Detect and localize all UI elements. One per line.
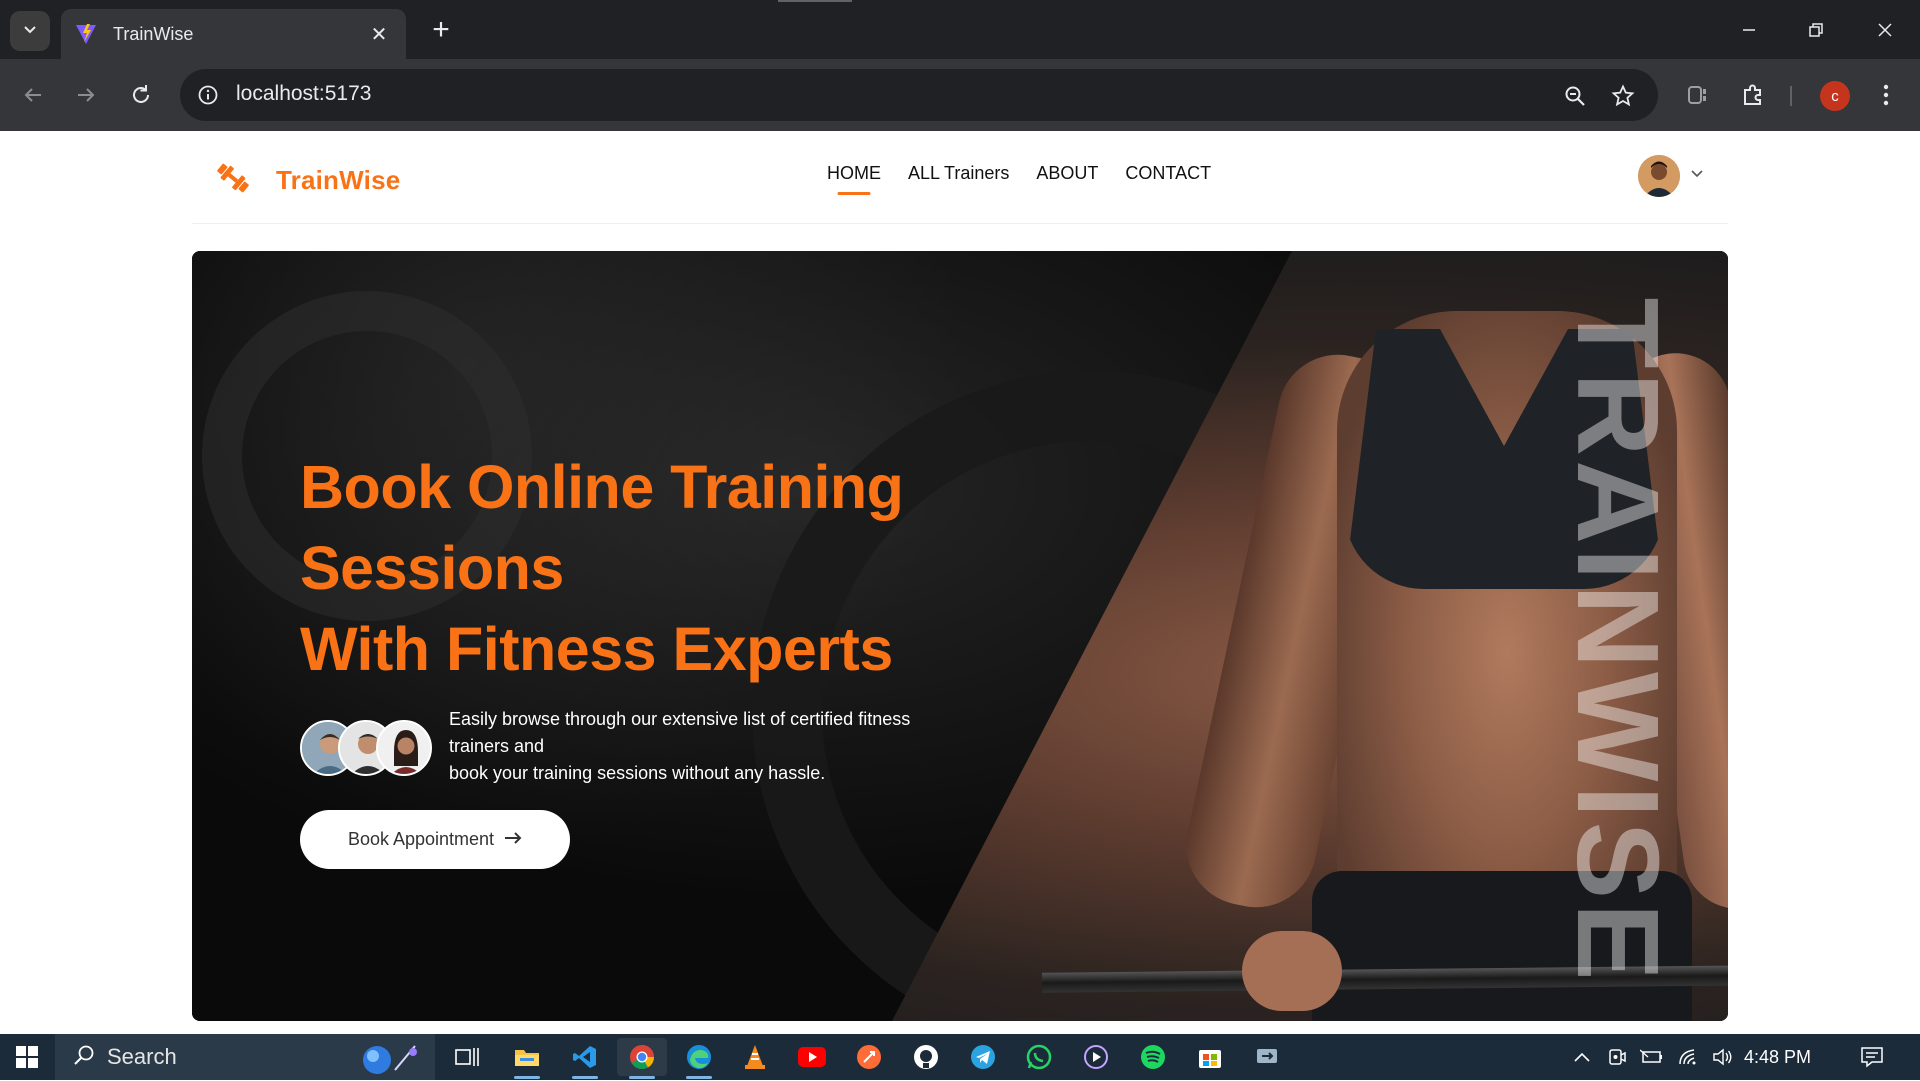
hero-description-line: book your training sessions without any … <box>449 763 826 783</box>
extension-icon[interactable] <box>1680 77 1716 113</box>
edge-icon[interactable] <box>674 1038 724 1079</box>
chrome-icon[interactable] <box>617 1038 667 1079</box>
tab-close-icon[interactable]: ✕ <box>366 22 392 47</box>
start-button[interactable] <box>0 1034 54 1080</box>
minimize-button[interactable] <box>1724 12 1774 48</box>
hero-title-line: With Fitness Experts <box>300 615 893 683</box>
arrow-right-icon <box>504 829 522 850</box>
task-view-icon[interactable] <box>442 1038 492 1076</box>
nav-about[interactable]: ABOUT <box>1036 163 1098 192</box>
vlc-icon[interactable] <box>730 1038 780 1076</box>
hero-description-line: trainers and <box>449 736 545 756</box>
file-explorer-icon[interactable] <box>502 1038 552 1079</box>
tab-strip-indicator <box>778 0 852 2</box>
address-bar[interactable]: localhost:5173 <box>180 69 1658 121</box>
search-icon <box>73 1044 95 1071</box>
spotify-icon[interactable] <box>1128 1038 1178 1076</box>
trainer-avatar-group <box>300 720 436 778</box>
media-player-icon[interactable] <box>1071 1038 1121 1076</box>
brand-name: TrainWise <box>276 165 401 195</box>
nav-all-trainers[interactable]: ALL Trainers <box>908 163 1009 192</box>
zoom-icon[interactable] <box>1560 81 1590 111</box>
wifi-icon[interactable] <box>1674 1034 1704 1080</box>
book-appointment-label: Book Appointment <box>347 829 495 849</box>
reload-button[interactable] <box>123 77 159 113</box>
notifications-icon[interactable] <box>1855 1034 1889 1080</box>
tab-search-button[interactable] <box>10 11 50 51</box>
vscode-icon[interactable] <box>560 1038 610 1079</box>
microsoft-store-icon[interactable] <box>1185 1038 1235 1076</box>
tab-title: TrainWise <box>113 23 194 44</box>
extensions-puzzle-icon[interactable] <box>1735 77 1771 113</box>
user-avatar[interactable] <box>1638 155 1680 197</box>
remote-desktop-icon[interactable] <box>1242 1038 1292 1076</box>
dumbbell-logo-icon <box>214 159 252 202</box>
volume-icon[interactable] <box>1708 1034 1738 1080</box>
vite-favicon-icon <box>73 21 99 47</box>
taskbar-clock[interactable]: 4:48 PM <box>1744 1034 1811 1080</box>
browser-tab-strip: TrainWise ✕ + <box>0 0 1920 59</box>
windows-taskbar: Search 4:48 PM <box>0 1034 1920 1080</box>
profile-avatar[interactable]: c <box>1820 81 1850 111</box>
site-info-icon[interactable] <box>194 81 222 109</box>
hero-description-line: Easily browse through our extensive list… <box>449 709 911 729</box>
close-window-button[interactable] <box>1860 12 1910 48</box>
forward-button[interactable] <box>68 77 104 113</box>
back-button[interactable] <box>15 77 51 113</box>
nav-home[interactable]: HOME <box>827 163 881 192</box>
show-hidden-icons-icon[interactable] <box>1567 1034 1597 1080</box>
battery-icon[interactable] <box>1637 1034 1667 1080</box>
search-highlight-icon <box>355 1040 427 1081</box>
new-tab-button[interactable]: + <box>423 12 459 48</box>
site-logo[interactable]: TrainWise <box>214 159 400 202</box>
url-text[interactable]: localhost:5173 <box>236 82 371 106</box>
restore-button[interactable] <box>1791 12 1841 48</box>
github-icon[interactable] <box>901 1038 951 1076</box>
taskbar-search-placeholder: Search <box>107 1044 177 1069</box>
postman-icon[interactable] <box>844 1038 894 1076</box>
chevron-down-icon[interactable] <box>1689 165 1705 186</box>
trainer-avatar <box>376 720 432 776</box>
youtube-icon[interactable] <box>787 1038 837 1076</box>
trainwise-watermark: TRAINWISE <box>1553 297 1683 985</box>
meet-icon[interactable] <box>1602 1034 1632 1080</box>
hero-title: Book Online Training Sessions With Fitne… <box>300 447 904 690</box>
hero-banner: TRAINWISE Book Online Training Sessions … <box>192 251 1728 1021</box>
browser-toolbar: localhost:5173 c <box>0 59 1920 131</box>
hero-description: Easily browse through our extensive list… <box>449 706 959 787</box>
hero-title-line: Book Online Training <box>300 453 904 521</box>
browser-tab[interactable]: TrainWise ✕ <box>61 9 406 59</box>
toolbar-divider <box>1790 86 1792 106</box>
athlete-hand <box>1242 931 1342 1011</box>
bookmark-star-icon[interactable] <box>1608 81 1638 111</box>
site-header: TrainWise HOME ALL Trainers ABOUT CONTAC… <box>192 131 1728 224</box>
more-menu-icon[interactable] <box>1868 77 1904 113</box>
taskbar-search-box[interactable]: Search <box>55 1034 435 1080</box>
chevron-down-icon <box>22 21 38 42</box>
whatsapp-icon[interactable] <box>1014 1038 1064 1076</box>
book-appointment-button[interactable]: Book Appointment <box>300 810 570 869</box>
telegram-icon[interactable] <box>958 1038 1008 1076</box>
hero-title-line: Sessions <box>300 534 564 602</box>
main-nav: HOME ALL Trainers ABOUT CONTACT <box>827 163 1211 192</box>
nav-contact[interactable]: CONTACT <box>1125 163 1211 192</box>
